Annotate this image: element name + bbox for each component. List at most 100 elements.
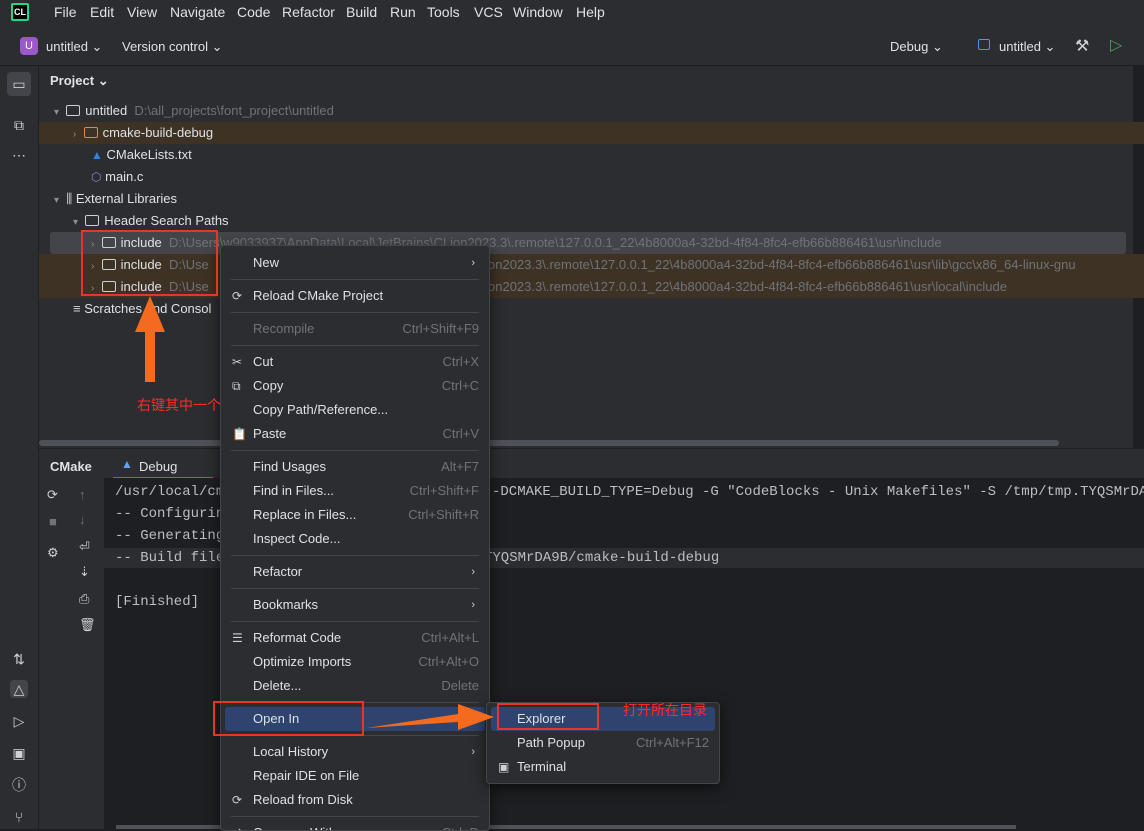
menu-label: Compare With... bbox=[253, 821, 347, 830]
menu-item-find-usages[interactable]: Find Usages Alt+F7 bbox=[221, 455, 489, 479]
reformat-icon: ☰ bbox=[232, 631, 243, 645]
menu-item-copy[interactable]: ⧉ Copy Ctrl+C bbox=[221, 374, 489, 398]
more-icon[interactable]: ⋯ bbox=[10, 146, 28, 164]
tab-debug[interactable]: Debug bbox=[139, 459, 177, 474]
problems-icon[interactable]: ⓘ bbox=[10, 776, 28, 794]
config-label: Debug bbox=[890, 39, 929, 54]
menu-item-compare-with[interactable]: ⇄ Compare With... Ctrl+D bbox=[221, 821, 489, 830]
menu-item-replace-in-files[interactable]: Replace in Files... Ctrl+Shift+R bbox=[221, 503, 489, 527]
menu-item-find-in-files[interactable]: Find in Files... Ctrl+Shift+F bbox=[221, 479, 489, 503]
menu-navigate[interactable]: Navigate bbox=[170, 4, 225, 20]
menu-label: Path Popup bbox=[517, 735, 585, 750]
project-panel-title[interactable]: Project ⌄ bbox=[50, 73, 109, 89]
menu-separator bbox=[231, 312, 479, 313]
print-icon[interactable]: ⎙ bbox=[79, 591, 89, 607]
tree-item-cmakelists[interactable]: ▲ CMakeLists.txt bbox=[91, 144, 192, 166]
menu-edit[interactable]: Edit bbox=[90, 4, 114, 20]
stop-icon[interactable]: ■ bbox=[49, 514, 57, 529]
tab-cmake[interactable]: CMake bbox=[50, 459, 92, 474]
project-folder-icon[interactable]: ▭ bbox=[7, 72, 31, 96]
run-target-label: untitled bbox=[999, 39, 1041, 54]
menu-label: New bbox=[253, 255, 280, 270]
trash-icon[interactable]: 🗑 bbox=[79, 617, 96, 633]
menu-item-optimize-imports[interactable]: Optimize Imports Ctrl+Alt+O bbox=[221, 650, 489, 674]
menu-item-copy-path[interactable]: Copy Path/Reference... bbox=[221, 398, 489, 422]
folder-icon bbox=[85, 215, 100, 227]
menu-label: Reformat Code bbox=[253, 630, 342, 645]
menu-label: Local History bbox=[253, 744, 329, 759]
menu-build[interactable]: Build bbox=[346, 4, 377, 20]
build-hammer-icon[interactable]: ⚒ bbox=[1075, 36, 1089, 56]
menu-shortcut: Ctrl+Alt+O bbox=[418, 654, 479, 669]
console-line-4: -- Build file bbox=[115, 550, 225, 566]
menu-item-bookmarks[interactable]: Bookmarks › bbox=[221, 593, 489, 617]
menu-item-paste[interactable]: 📋 Paste Ctrl+V bbox=[221, 422, 489, 446]
tree-item-external-libraries[interactable]: ▾ ⫼ External Libraries bbox=[54, 188, 177, 210]
menu-tools[interactable]: Tools bbox=[427, 4, 460, 20]
tree-root[interactable]: ▾ untitled D:\all_projects\font_project\… bbox=[54, 100, 334, 122]
project-badge[interactable]: U bbox=[20, 37, 38, 55]
menu-run[interactable]: Run bbox=[390, 4, 416, 20]
settings-icon[interactable]: ⚙ bbox=[47, 545, 59, 561]
soft-wrap-icon[interactable]: ⏎ bbox=[79, 539, 90, 555]
menu-separator bbox=[231, 345, 479, 346]
menu-view[interactable]: View bbox=[127, 4, 157, 20]
menu-label: Optimize Imports bbox=[253, 654, 352, 669]
menu-item-refactor[interactable]: Refactor › bbox=[221, 560, 489, 584]
terminal-icon[interactable]: ▣ bbox=[10, 744, 28, 762]
menu-item-new[interactable]: New › bbox=[221, 251, 489, 275]
submenu-item-terminal[interactable]: ▣ Terminal bbox=[487, 755, 719, 779]
menu-code[interactable]: Code bbox=[237, 4, 270, 20]
project-selector[interactable]: untitled ⌄ bbox=[46, 39, 102, 55]
menu-item-repair-ide[interactable]: Repair IDE on File bbox=[221, 764, 489, 788]
menu-help[interactable]: Help bbox=[576, 4, 605, 20]
cmake-file-icon: ▲ bbox=[91, 148, 103, 162]
menu-item-local-history[interactable]: Local History › bbox=[221, 740, 489, 764]
menu-refactor[interactable]: Refactor bbox=[282, 4, 335, 20]
menu-window[interactable]: Window bbox=[513, 4, 563, 20]
menu-vcs[interactable]: VCS bbox=[474, 4, 503, 20]
structure-icon[interactable]: ⧉ bbox=[10, 116, 28, 134]
menu-separator bbox=[231, 816, 479, 817]
chevron-right-icon: › bbox=[471, 566, 475, 578]
run-icon[interactable]: ▷ bbox=[1110, 35, 1122, 55]
menu-item-inspect-code[interactable]: Inspect Code... bbox=[221, 527, 489, 551]
services-icon[interactable]: ▷ bbox=[10, 712, 28, 730]
version-control-menu[interactable]: Version control ⌄ bbox=[122, 39, 223, 55]
menu-item-recompile[interactable]: Recompile Ctrl+Shift+F9 bbox=[221, 317, 489, 341]
scroll-down-icon[interactable]: ↓ bbox=[79, 512, 86, 527]
reload-icon[interactable]: ⟳ bbox=[47, 487, 58, 503]
sort-icon[interactable]: ⇅ bbox=[10, 650, 28, 668]
menu-label: Repair IDE on File bbox=[253, 768, 360, 783]
version-control-label: Version control bbox=[122, 39, 208, 54]
scroll-up-icon[interactable]: ↑ bbox=[79, 487, 86, 502]
console-line-finished: [Finished] bbox=[115, 594, 200, 610]
chevron-down-icon: ⌄ bbox=[97, 73, 109, 88]
menu-item-delete[interactable]: Delete... Delete bbox=[221, 674, 489, 698]
chevron-down-icon: ▾ bbox=[54, 195, 60, 206]
annotation-box-includes bbox=[81, 230, 218, 296]
tree-item-label: main.c bbox=[105, 169, 144, 184]
chevron-down-icon: ▾ bbox=[54, 107, 60, 118]
menu-item-reload-from-disk[interactable]: ⟳ Reload from Disk bbox=[221, 788, 489, 812]
submenu-item-path-popup[interactable]: Path Popup Ctrl+Alt+F12 bbox=[487, 731, 719, 755]
tool-window-strip: ▭ ⧉ ⋯ ⇅ △ ▷ ▣ ⓘ ⑂ bbox=[0, 66, 39, 829]
git-icon[interactable]: ⑂ bbox=[10, 808, 28, 826]
cmake-icon[interactable]: △ bbox=[10, 680, 28, 698]
menu-file[interactable]: File bbox=[54, 4, 77, 20]
tree-item-cmake-build-debug[interactable]: › cmake-build-debug bbox=[73, 122, 213, 144]
config-selector[interactable]: Debug ⌄ bbox=[890, 39, 943, 55]
menu-item-reload-cmake[interactable]: ⟳ Reload CMake Project bbox=[221, 284, 489, 308]
tree-item-header-search-paths[interactable]: ▾ Header Search Paths bbox=[73, 210, 229, 232]
scroll-end-icon[interactable]: ⇣ bbox=[79, 564, 90, 580]
menu-label: Refactor bbox=[253, 564, 303, 579]
library-icon: ⫼ bbox=[66, 191, 73, 206]
include-path-tail-3: on2023.3\.remote\127.0.0.1_22\4b8000a4-3… bbox=[488, 279, 1007, 294]
menu-shortcut: Ctrl+Alt+L bbox=[421, 630, 479, 645]
run-target-selector[interactable]: untitled ⌄ bbox=[999, 39, 1055, 55]
tree-item-include-1[interactable]: › include D:\Users\w9033937\AppData\Loca… bbox=[91, 232, 942, 254]
menu-item-cut[interactable]: ✂ Cut Ctrl+X bbox=[221, 350, 489, 374]
tree-item-main-c[interactable]: ⬡ main.c bbox=[91, 166, 143, 188]
horizontal-scrollbar[interactable] bbox=[39, 440, 1059, 446]
menu-item-reformat-code[interactable]: ☰ Reformat Code Ctrl+Alt+L bbox=[221, 626, 489, 650]
